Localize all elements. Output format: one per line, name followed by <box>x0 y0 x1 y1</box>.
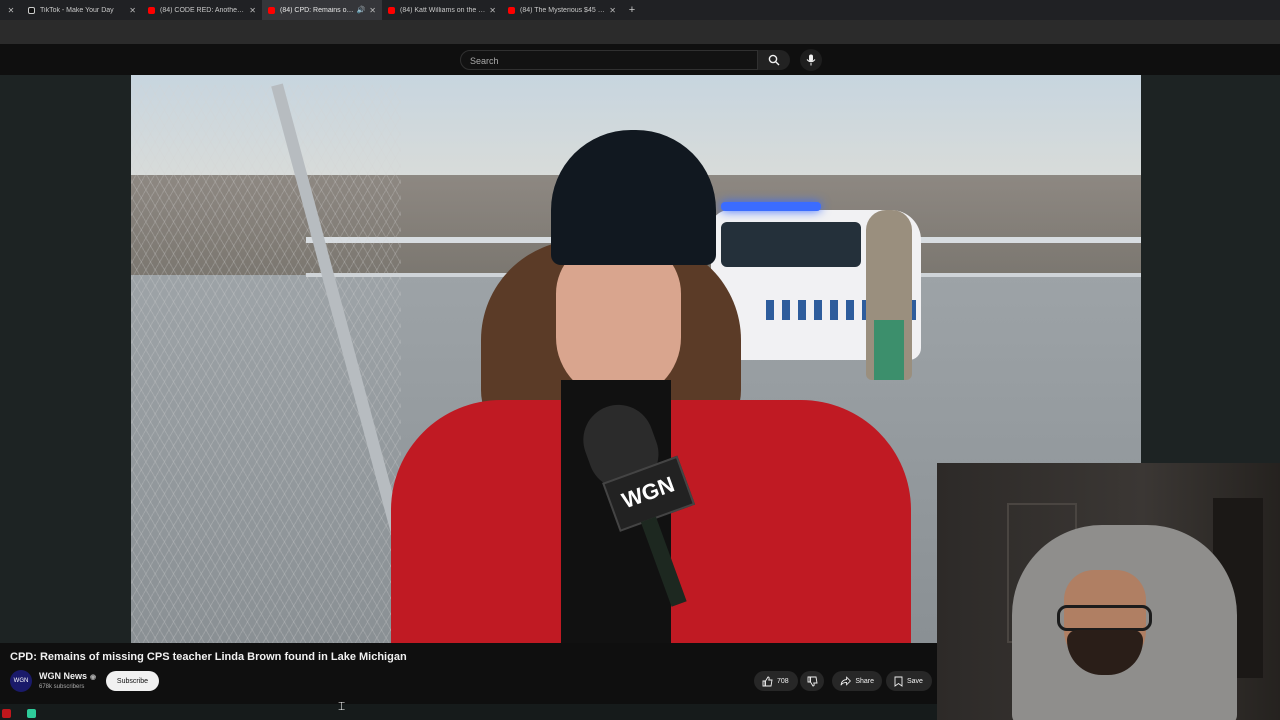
youtube-icon <box>268 6 275 14</box>
close-icon[interactable]: ✕ <box>369 6 376 15</box>
youtube-icon <box>508 6 515 14</box>
video-fence <box>131 85 401 643</box>
channel-avatar[interactable]: WGN <box>10 670 32 692</box>
streamer-beard <box>1067 630 1143 675</box>
search-input[interactable]: Search <box>460 50 758 70</box>
new-tab-button[interactable]: + <box>622 4 642 16</box>
subscribe-button[interactable]: Subscribe <box>106 671 159 691</box>
close-icon[interactable]: ✕ <box>249 6 256 15</box>
tab-title: (84) The Mysterious $45 Million <box>520 6 606 14</box>
close-icon[interactable]: ✕ <box>0 0 22 20</box>
search-button[interactable] <box>758 50 790 70</box>
close-icon[interactable]: ✕ <box>609 6 616 15</box>
tab-title: (84) CODE RED: Another TPUSA <box>160 6 246 14</box>
tab-title: TikTok - Make Your Day <box>40 6 114 14</box>
tab-title: (84) CPD: Remains of missin <box>280 6 354 14</box>
reporter-beanie <box>551 130 716 265</box>
close-icon[interactable]: ✕ <box>129 6 136 15</box>
streamer-glasses <box>1057 605 1152 631</box>
like-count: 708 <box>777 677 789 685</box>
address-bar[interactable] <box>0 20 1280 44</box>
app-taskbar-icon[interactable] <box>27 709 36 718</box>
browser-tab-bar: ✕ TikTok - Make Your Day ✕ (84) CODE RED… <box>0 0 1280 20</box>
youtube-icon <box>148 6 155 14</box>
bookmark-icon <box>894 676 903 687</box>
text-cursor-icon: ⌶ <box>338 699 346 713</box>
subscriber-count: 678k subscribers <box>39 684 85 690</box>
youtube-taskbar-icon[interactable] <box>2 709 11 718</box>
thumbs-up-icon <box>762 676 773 686</box>
speaker-icon[interactable]: 🔊 <box>357 6 366 14</box>
verified-icon: ◉ <box>90 674 97 681</box>
save-button[interactable]: Save <box>886 671 932 691</box>
browser-tab-5[interactable]: (84) The Mysterious $45 Million ✕ <box>502 0 622 20</box>
reporter: WGN <box>391 130 911 643</box>
channel-name-text: WGN News <box>39 671 88 681</box>
webcam-overlay <box>937 463 1280 720</box>
browser-tab-3[interactable]: (84) CPD: Remains of missin 🔊 ✕ <box>262 0 382 20</box>
youtube-icon <box>388 6 395 14</box>
browser-tab-1[interactable]: TikTok - Make Your Day ✕ <box>22 0 142 20</box>
avatar-text: WGN <box>13 678 29 684</box>
browser-tab-2[interactable]: (84) CODE RED: Another TPUSA ✕ <box>142 0 262 20</box>
browser-tab-4[interactable]: (84) Katt Williams on the Dark ✕ <box>382 0 502 20</box>
share-button[interactable]: Share <box>832 671 882 691</box>
search-icon <box>768 54 780 66</box>
video-title: CPD: Remains of missing CPS teacher Lind… <box>10 651 407 663</box>
dislike-button[interactable] <box>800 671 824 691</box>
tiktok-icon <box>28 6 35 14</box>
share-icon <box>840 676 851 686</box>
close-icon[interactable]: ✕ <box>489 6 496 15</box>
channel-name[interactable]: WGN News ◉ <box>39 671 96 681</box>
tab-title: (84) Katt Williams on the Dark <box>400 6 486 14</box>
microphone-icon <box>806 54 816 66</box>
thumbs-down-icon <box>807 676 818 686</box>
youtube-header: Search <box>0 44 1280 75</box>
bottom-strip <box>0 704 937 720</box>
mic-flag-text: WGN <box>618 471 678 514</box>
share-label: Share <box>855 677 874 685</box>
voice-search-button[interactable] <box>800 49 822 71</box>
save-label: Save <box>907 677 923 685</box>
like-button[interactable]: 708 <box>754 671 798 691</box>
streamer <box>1012 525 1237 720</box>
